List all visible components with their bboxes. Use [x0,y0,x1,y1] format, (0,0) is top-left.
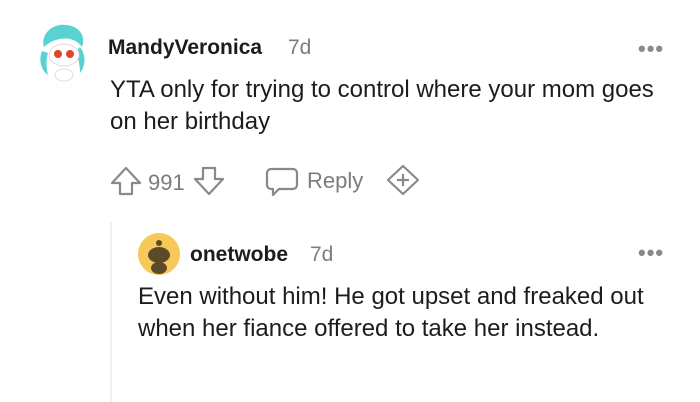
thread-line[interactable] [110,222,112,402]
more-options-icon[interactable]: ••• [638,38,664,60]
snoo-avatar-icon [30,17,96,83]
reply-body: Even without him! He got upset and freak… [138,283,644,342]
upvote-icon [110,166,142,196]
reply-timestamp: 7d [310,243,334,266]
comment-username[interactable]: MandyVeronica [108,36,262,60]
reply-label: Reply [307,168,364,193]
avatar[interactable] [30,17,96,83]
downvote-button[interactable] [191,165,227,197]
comment-body: YTA only for trying to control where you… [110,76,654,135]
comment-timestamp: 7d [288,36,312,59]
reply-avatar[interactable] [138,233,180,275]
snoo-avatar-icon [138,233,180,275]
upvote-button[interactable] [108,165,144,197]
reply-username[interactable]: onetwobe [190,243,288,267]
downvote-icon [193,166,225,196]
reply-button[interactable]: Reply [265,163,365,197]
comment-bubble-icon [265,167,299,197]
reply-more-options-icon[interactable]: ••• [638,242,664,264]
award-icon [386,164,420,196]
vote-count: 991 [148,170,185,195]
award-button[interactable] [385,163,421,197]
